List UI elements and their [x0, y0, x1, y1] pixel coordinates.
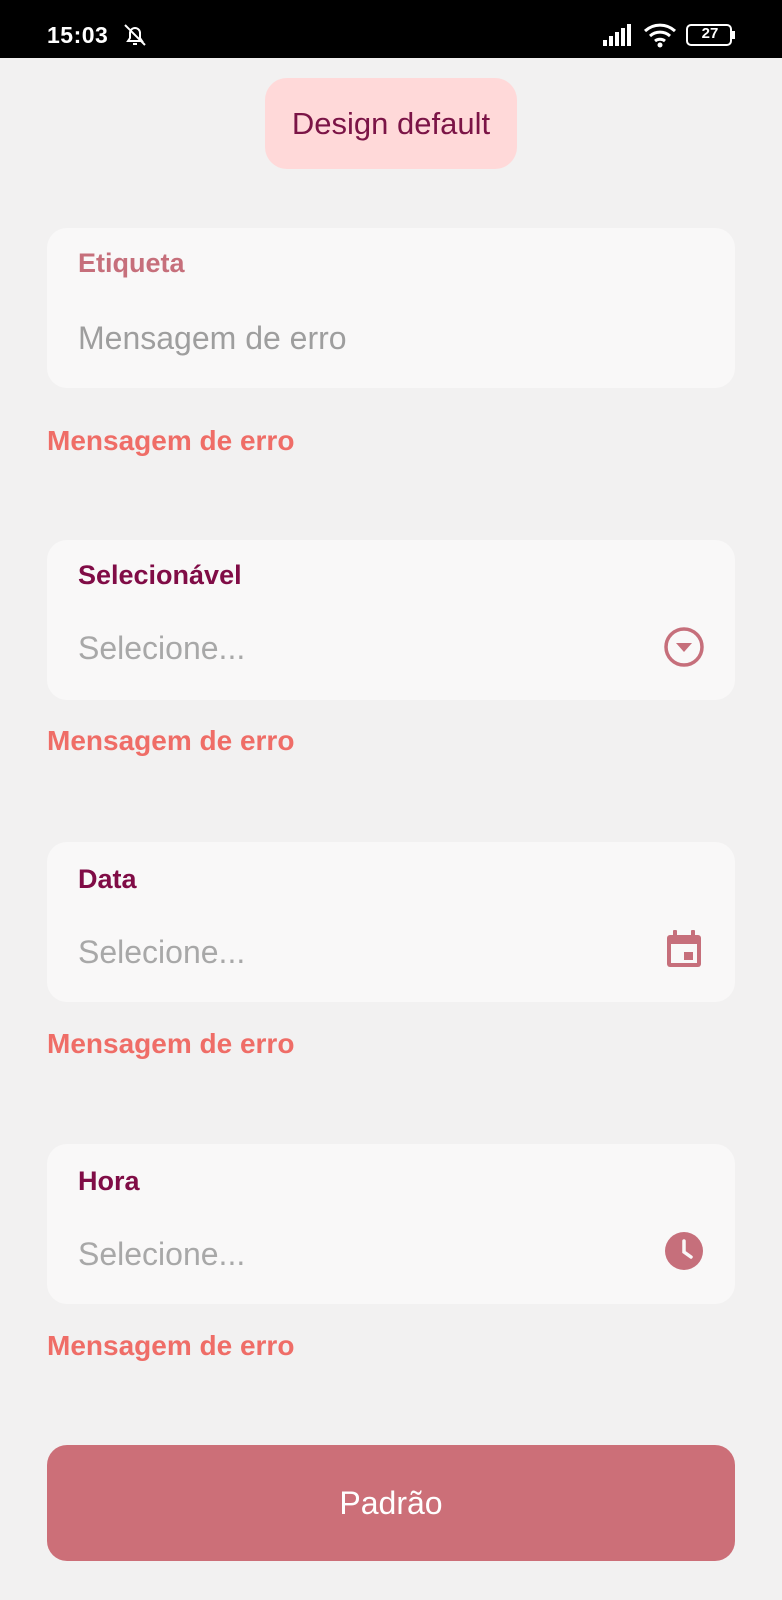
error-message: Mensagem de erro — [47, 1028, 295, 1059]
battery-level: 27 — [701, 25, 719, 42]
text-field-etiqueta[interactable]: Etiqueta Mensagem de erro — [47, 228, 735, 388]
padrao-button-label: Padrão — [339, 1484, 443, 1521]
status-time: 15:03 — [47, 22, 109, 48]
signal-icon — [603, 24, 631, 46]
design-chip-label: Design default — [291, 105, 491, 141]
dropdown-circle-icon[interactable] — [663, 626, 705, 668]
time-field-hora[interactable]: Hora Selecione... — [47, 1144, 735, 1304]
bell-off-icon — [124, 24, 146, 46]
error-message: Mensagem de erro — [47, 725, 295, 756]
field-label: Hora — [78, 1166, 140, 1196]
field-placeholder[interactable]: Selecione... — [78, 630, 245, 667]
error-message: Mensagem de erro — [47, 425, 295, 456]
field-label: Etiqueta — [78, 248, 185, 278]
field-label: Selecionável — [78, 560, 242, 590]
wifi-icon — [643, 23, 677, 48]
field-placeholder[interactable]: Selecione... — [78, 934, 245, 971]
status-bar: 15:03 27 — [0, 0, 782, 58]
padrao-button[interactable]: Padrão — [47, 1445, 735, 1561]
select-field-selecionavel[interactable]: Selecionável Selecione... — [47, 540, 735, 700]
design-chip[interactable]: Design default — [265, 78, 517, 169]
calendar-icon[interactable] — [663, 928, 705, 970]
clock-icon[interactable] — [663, 1230, 705, 1272]
field-label: Data — [78, 864, 137, 894]
error-message: Mensagem de erro — [47, 1330, 295, 1361]
date-field-data[interactable]: Data Selecione... — [47, 842, 735, 1002]
field-placeholder[interactable]: Selecione... — [78, 1236, 245, 1273]
field-value[interactable]: Mensagem de erro — [78, 320, 347, 357]
